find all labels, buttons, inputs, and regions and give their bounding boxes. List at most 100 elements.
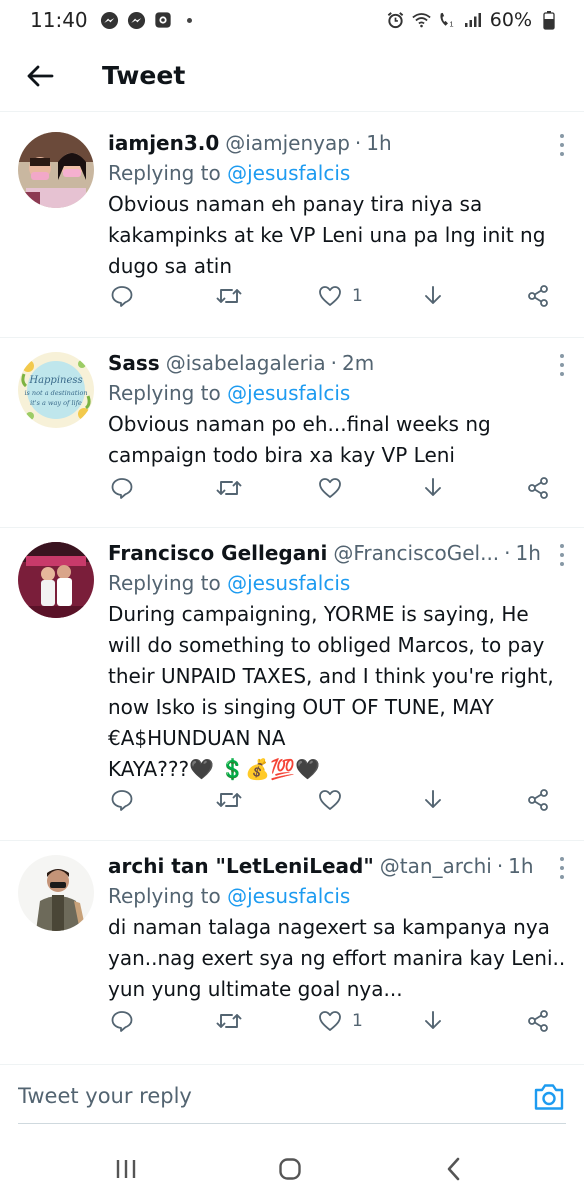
back-icon — [447, 1157, 460, 1181]
replying-to-line: Replying to @jesusfalcis — [108, 881, 572, 912]
handle[interactable]: @isabelagaleria — [166, 348, 326, 378]
replying-to-label: Replying to — [108, 161, 221, 185]
tweet-text: di naman talaga nagexert sa kampanya nya… — [108, 912, 572, 1005]
share-button[interactable] — [526, 284, 550, 308]
status-time: 11:40 — [30, 8, 88, 32]
reply-button[interactable] — [110, 1009, 134, 1033]
tweet[interactable]: archi tan "LetLeniLead" @tan_archi · 1h … — [0, 841, 584, 1063]
avatar[interactable] — [18, 855, 94, 931]
replying-to-label: Replying to — [108, 884, 221, 908]
tweet-time[interactable]: 1h — [366, 128, 391, 158]
tweet-time[interactable]: 1h — [508, 851, 533, 881]
retweet-button[interactable] — [216, 1009, 242, 1033]
battery-icon — [539, 10, 558, 30]
retweet-button[interactable] — [216, 284, 242, 308]
replying-to-mention[interactable]: @jesusfalcis — [227, 161, 350, 185]
camera-button[interactable] — [532, 1080, 566, 1114]
handle[interactable]: @FranciscoGel... — [333, 538, 499, 568]
separator-dot: · — [330, 351, 337, 375]
wifi-calling-icon: 1 — [438, 11, 457, 30]
alarm-icon — [386, 11, 405, 30]
download-button[interactable] — [422, 788, 444, 812]
replying-to-mention[interactable]: @jesusfalcis — [227, 381, 350, 405]
tweet-text: During campaigning, YORME is saying, He … — [108, 599, 572, 785]
replying-to-mention[interactable]: @jesusfalcis — [227, 884, 350, 908]
messenger-icon — [100, 11, 119, 30]
notification-icon — [154, 11, 173, 30]
share-icon — [528, 477, 548, 499]
tweet-text-line: will do something to obliged Marcos, to … — [108, 633, 545, 657]
avatar[interactable]: Happiness is not a destination it's a wa… — [18, 352, 94, 428]
reply-button[interactable] — [110, 476, 134, 500]
tweet-header: iamjen3.0 @iamjenyap · 1h — [108, 128, 572, 158]
heart-icon — [319, 790, 341, 810]
battery-percent: 60% — [489, 9, 532, 31]
more-options-button[interactable] — [554, 857, 570, 879]
back-arrow-icon — [27, 65, 54, 86]
reply-icon — [111, 790, 133, 811]
replying-to-line: Replying to @jesusfalcis — [108, 158, 572, 189]
display-name[interactable]: Sass — [108, 348, 160, 378]
app-header: Tweet — [0, 40, 584, 112]
reply-icon — [111, 478, 133, 499]
status-bar: 11:40 1 60% — [0, 0, 584, 40]
like-button[interactable] — [318, 477, 352, 499]
tweet[interactable]: Francisco Gellegani @FranciscoGel... · 1… — [0, 528, 584, 841]
separator-dot: · — [354, 131, 362, 155]
download-icon — [425, 478, 441, 496]
tweet[interactable]: Happiness is not a destination it's a wa… — [0, 338, 584, 528]
home-icon — [279, 1158, 301, 1180]
messenger-icon — [127, 11, 146, 30]
heart-icon — [319, 1011, 341, 1031]
like-count: 1 — [352, 1011, 363, 1031]
reply-button[interactable] — [110, 788, 134, 812]
more-notifications-dot — [186, 17, 192, 23]
system-nav-bar — [0, 1136, 584, 1200]
display-name[interactable]: archi tan "LetLeniLead" — [108, 851, 374, 881]
camera-icon — [534, 1084, 564, 1110]
download-button[interactable] — [422, 1009, 444, 1033]
replying-to-mention[interactable]: @jesusfalcis — [227, 571, 350, 595]
tweet-text-line: KAYA???🖤 💲💰💯🖤 — [108, 757, 320, 781]
replying-to-label: Replying to — [108, 381, 221, 405]
more-options-button[interactable] — [554, 544, 570, 566]
avatar[interactable] — [18, 542, 94, 618]
tweet-text-line: yan..nag exert sya ng effort manira kay … — [108, 946, 566, 970]
handle[interactable]: @tan_archi — [380, 851, 492, 881]
display-name[interactable]: iamjen3.0 — [108, 128, 219, 158]
download-button[interactable] — [422, 476, 444, 500]
tweet[interactable]: iamjen3.0 @iamjenyap · 1h Replying to @j… — [0, 118, 584, 338]
system-back-button[interactable] — [434, 1154, 474, 1184]
back-button[interactable] — [10, 46, 70, 106]
retweet-icon — [216, 289, 242, 303]
status-left: 11:40 — [30, 8, 192, 32]
handle[interactable]: @iamjenyap — [225, 128, 350, 158]
share-button[interactable] — [526, 788, 550, 812]
reply-input[interactable] — [18, 1079, 498, 1113]
like-count: 1 — [352, 286, 363, 306]
like-button[interactable]: 1 — [318, 1010, 363, 1032]
like-button[interactable]: 1 — [318, 285, 363, 307]
wifi-icon — [412, 11, 431, 30]
home-button[interactable] — [270, 1154, 310, 1184]
share-button[interactable] — [526, 1009, 550, 1033]
tweet-text-line: di naman talaga nagexert sa kampanya nya — [108, 915, 550, 939]
display-name[interactable]: Francisco Gellegani — [108, 538, 327, 568]
download-button[interactable] — [422, 284, 444, 308]
more-options-button[interactable] — [554, 134, 570, 156]
tweet-body: Francisco Gellegani @FranciscoGel... · 1… — [108, 538, 572, 785]
tweet-text-line: campaign todo bira xa kay VP Leni — [108, 443, 455, 467]
like-button[interactable] — [318, 789, 352, 811]
reply-feed: iamjen3.0 @iamjenyap · 1h Replying to @j… — [0, 118, 584, 1063]
retweet-button[interactable] — [216, 788, 242, 812]
avatar[interactable] — [18, 132, 94, 208]
share-button[interactable] — [526, 476, 550, 500]
tweet-time[interactable]: 2m — [342, 348, 374, 378]
retweet-button[interactable] — [216, 476, 242, 500]
share-icon — [528, 789, 548, 811]
more-options-button[interactable] — [554, 354, 570, 376]
tweet-time[interactable]: 1h — [516, 538, 541, 568]
recents-button[interactable] — [106, 1154, 146, 1184]
retweet-icon — [216, 1014, 242, 1028]
reply-button[interactable] — [110, 284, 134, 308]
